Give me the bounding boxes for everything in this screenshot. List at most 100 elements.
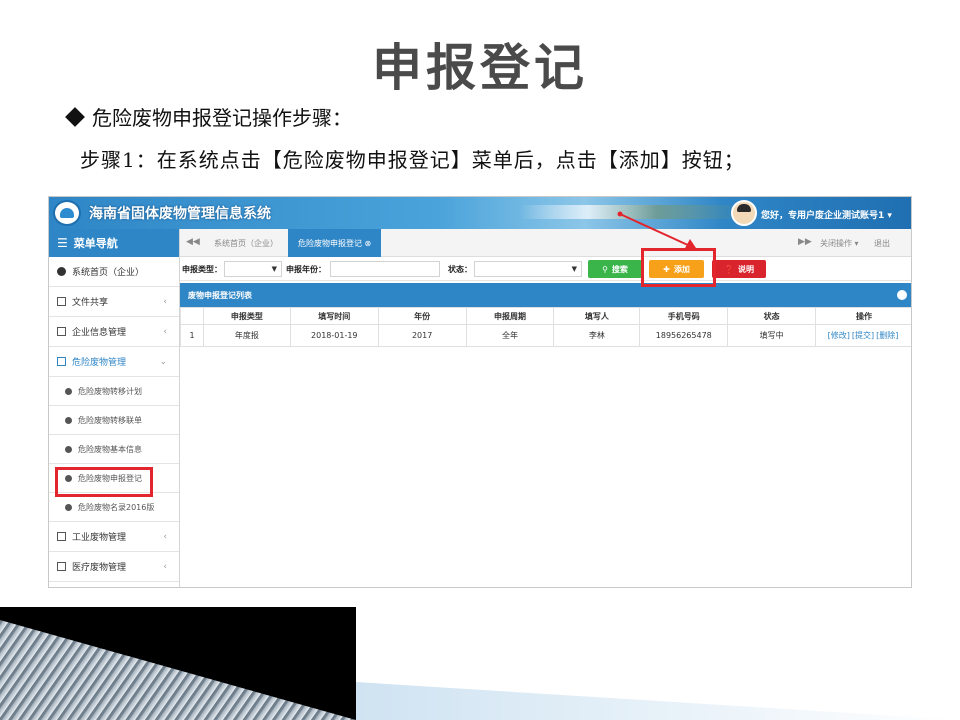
- declaration-table: 申报类型 填写时间 年份 申报周期 填写人 手机号码 状态 操作 1 年度报 2…: [180, 307, 911, 347]
- sidebar-item-label: 危险废物转移联单: [78, 415, 142, 425]
- cell-filler: 李林: [553, 324, 641, 347]
- list-icon: [57, 532, 66, 541]
- decorative-blue-wedge: [356, 682, 960, 720]
- user-menu[interactable]: 您好，专用户废企业测试账号1 ▾: [761, 208, 892, 221]
- circle-arrow-icon: [65, 387, 72, 395]
- menu-header[interactable]: ☰ 菜单导航: [49, 229, 179, 257]
- column-header: 手机号码: [639, 307, 729, 325]
- sidebar-item-label: 危险废物名录2016版: [78, 502, 155, 512]
- list-icon: [57, 297, 66, 306]
- diamond-bullet-icon: [65, 106, 85, 127]
- tab-declaration[interactable]: 危险废物申报登记 ⊗: [288, 229, 382, 257]
- type-label: 申报类型：: [182, 265, 222, 274]
- sidebar-item-label: 危险废物管理: [72, 358, 127, 368]
- list-icon: [57, 327, 66, 336]
- question-icon: ❓: [724, 264, 734, 274]
- bullet-text: 危险废物申报登记操作步骤：: [92, 106, 352, 130]
- sidebar-subitem-transfer-plan[interactable]: 危险废物转移计划: [49, 377, 179, 406]
- user-avatar[interactable]: [731, 200, 757, 226]
- menu-header-label: 菜单导航: [73, 237, 118, 250]
- sidebar-item-industrial-waste[interactable]: 工业废物管理 ‹: [49, 522, 179, 552]
- row-index: 1: [180, 324, 204, 347]
- sidebar-item-medical-waste[interactable]: 医疗废物管理 ‹: [49, 552, 179, 582]
- cell-status: 填写中: [727, 324, 817, 347]
- close-operations-menu[interactable]: 关闭操作 ▾: [820, 238, 859, 249]
- status-select[interactable]: ▼: [474, 261, 582, 277]
- sidebar-item-label: 医疗废物管理: [72, 563, 127, 573]
- sidebar-subitem-transfer-form[interactable]: 危险废物转移联单: [49, 406, 179, 435]
- sidebar-item-hazardous-waste[interactable]: 危险废物管理 ⌄: [49, 347, 179, 377]
- caret-down-icon: ▼: [571, 265, 577, 273]
- sidebar-item-label: 工业废物管理: [72, 533, 127, 543]
- sidebar-item-label: 企业信息管理: [72, 328, 127, 338]
- main-content: ◀◀ 系统首页（企业） 危险废物申报登记 ⊗ ▶▶ 关闭操作 ▾ 退出 申报类型…: [180, 229, 911, 587]
- list-icon: [57, 357, 66, 366]
- column-header: 填写人: [553, 307, 641, 325]
- column-header: 状态: [727, 307, 817, 325]
- app-header: 海南省固体废物管理信息系统 您好，专用户废企业测试账号1 ▾: [49, 197, 911, 229]
- decorative-stripes: [0, 620, 356, 720]
- forward-icon[interactable]: ▶▶: [798, 237, 812, 247]
- highlight-add-button: [641, 248, 716, 287]
- status-label: 状态：: [448, 265, 472, 274]
- cell-cycle: 全年: [465, 324, 555, 347]
- hamburger-icon: ☰: [57, 236, 68, 250]
- type-select[interactable]: ▼: [224, 261, 282, 277]
- sidebar-item-company-info[interactable]: 企业信息管理 ‹: [49, 317, 179, 347]
- search-button[interactable]: ⚲ 搜索: [588, 260, 642, 278]
- cell-phone: 18956265478: [639, 324, 729, 347]
- circle-arrow-icon: [57, 267, 66, 276]
- app-title: 海南省固体废物管理信息系统: [89, 206, 271, 222]
- bullet-line: 危险废物申报登记操作步骤：: [65, 102, 352, 131]
- delete-link[interactable]: [删除]: [876, 331, 898, 340]
- tab-bar: ◀◀ 系统首页（企业） 危险废物申报登记 ⊗ ▶▶ 关闭操作 ▾ 退出: [180, 229, 911, 257]
- exit-link[interactable]: 退出: [874, 238, 890, 249]
- cell-date: 2018-01-19: [289, 324, 379, 347]
- filter-bar: 申报类型： ▼ 申报年份： 状态： ▼ ⚲ 搜索 ✚ 添加 ❓ 说明: [180, 257, 911, 281]
- chevron-left-icon: ‹: [163, 562, 167, 572]
- search-icon: ⚲: [602, 264, 608, 274]
- circle-arrow-icon: [65, 503, 72, 511]
- sidebar-item-file-share[interactable]: 文件共享 ‹: [49, 287, 179, 317]
- chevron-left-icon: ‹: [163, 532, 167, 542]
- highlight-declaration-menu: [55, 467, 153, 497]
- column-header: 申报类型: [202, 307, 291, 325]
- chevron-left-icon: ‹: [163, 297, 167, 307]
- list-panel-header: 废物申报登记列表: [180, 283, 911, 307]
- slide-title: 申报登记: [372, 39, 588, 97]
- circle-arrow-icon: [65, 445, 72, 453]
- cell-operations: [修改] [提交] [删除]: [815, 324, 911, 347]
- help-button[interactable]: ❓ 说明: [712, 260, 766, 278]
- sidebar: ☰ 菜单导航 系统首页（企业） 文件共享 ‹ 企业信息管理 ‹ 危险废物管理 ⌄…: [49, 229, 180, 587]
- info-icon[interactable]: [897, 290, 907, 300]
- tab-home[interactable]: 系统首页（企业）: [204, 229, 288, 257]
- list-icon: [57, 562, 66, 571]
- edit-link[interactable]: [修改]: [828, 331, 850, 340]
- sidebar-item-label: 危险废物基本信息: [78, 444, 142, 454]
- cell-year: 2017: [377, 324, 467, 347]
- backward-icon[interactable]: ◀◀: [186, 237, 200, 247]
- chevron-left-icon: ‹: [163, 327, 167, 337]
- table-row[interactable]: 1 年度报 2018-01-19 2017 全年 李林 18956265478 …: [180, 324, 911, 347]
- sidebar-item-home[interactable]: 系统首页（企业）: [49, 257, 179, 287]
- panel-title: 废物申报登记列表: [188, 290, 252, 300]
- year-input[interactable]: [330, 261, 440, 277]
- help-button-label: 说明: [737, 264, 754, 274]
- year-label: 申报年份：: [286, 265, 326, 274]
- cell-type: 年度报: [202, 324, 291, 347]
- step-instruction: 步骤1：在系统点击【危险废物申报登记】菜单后，点击【添加】按钮；: [80, 148, 745, 172]
- sidebar-subitem-directory-2016[interactable]: 危险废物名录2016版: [49, 493, 179, 522]
- app-window: 海南省固体废物管理信息系统 您好，专用户废企业测试账号1 ▾ ☰ 菜单导航 系统…: [48, 196, 912, 588]
- caret-down-icon: ▼: [271, 265, 277, 273]
- column-header: 操作: [815, 307, 911, 325]
- column-header: 申报周期: [465, 307, 555, 325]
- column-header: [180, 307, 204, 325]
- submit-link[interactable]: [提交]: [852, 331, 874, 340]
- column-header: 年份: [377, 307, 467, 325]
- search-button-label: 搜索: [611, 264, 628, 274]
- column-header: 填写时间: [289, 307, 379, 325]
- sidebar-item-label: 文件共享: [72, 298, 109, 308]
- sidebar-item-label: 危险废物转移计划: [78, 386, 142, 396]
- circle-arrow-icon: [65, 416, 72, 424]
- sidebar-subitem-basic-info[interactable]: 危险废物基本信息: [49, 435, 179, 464]
